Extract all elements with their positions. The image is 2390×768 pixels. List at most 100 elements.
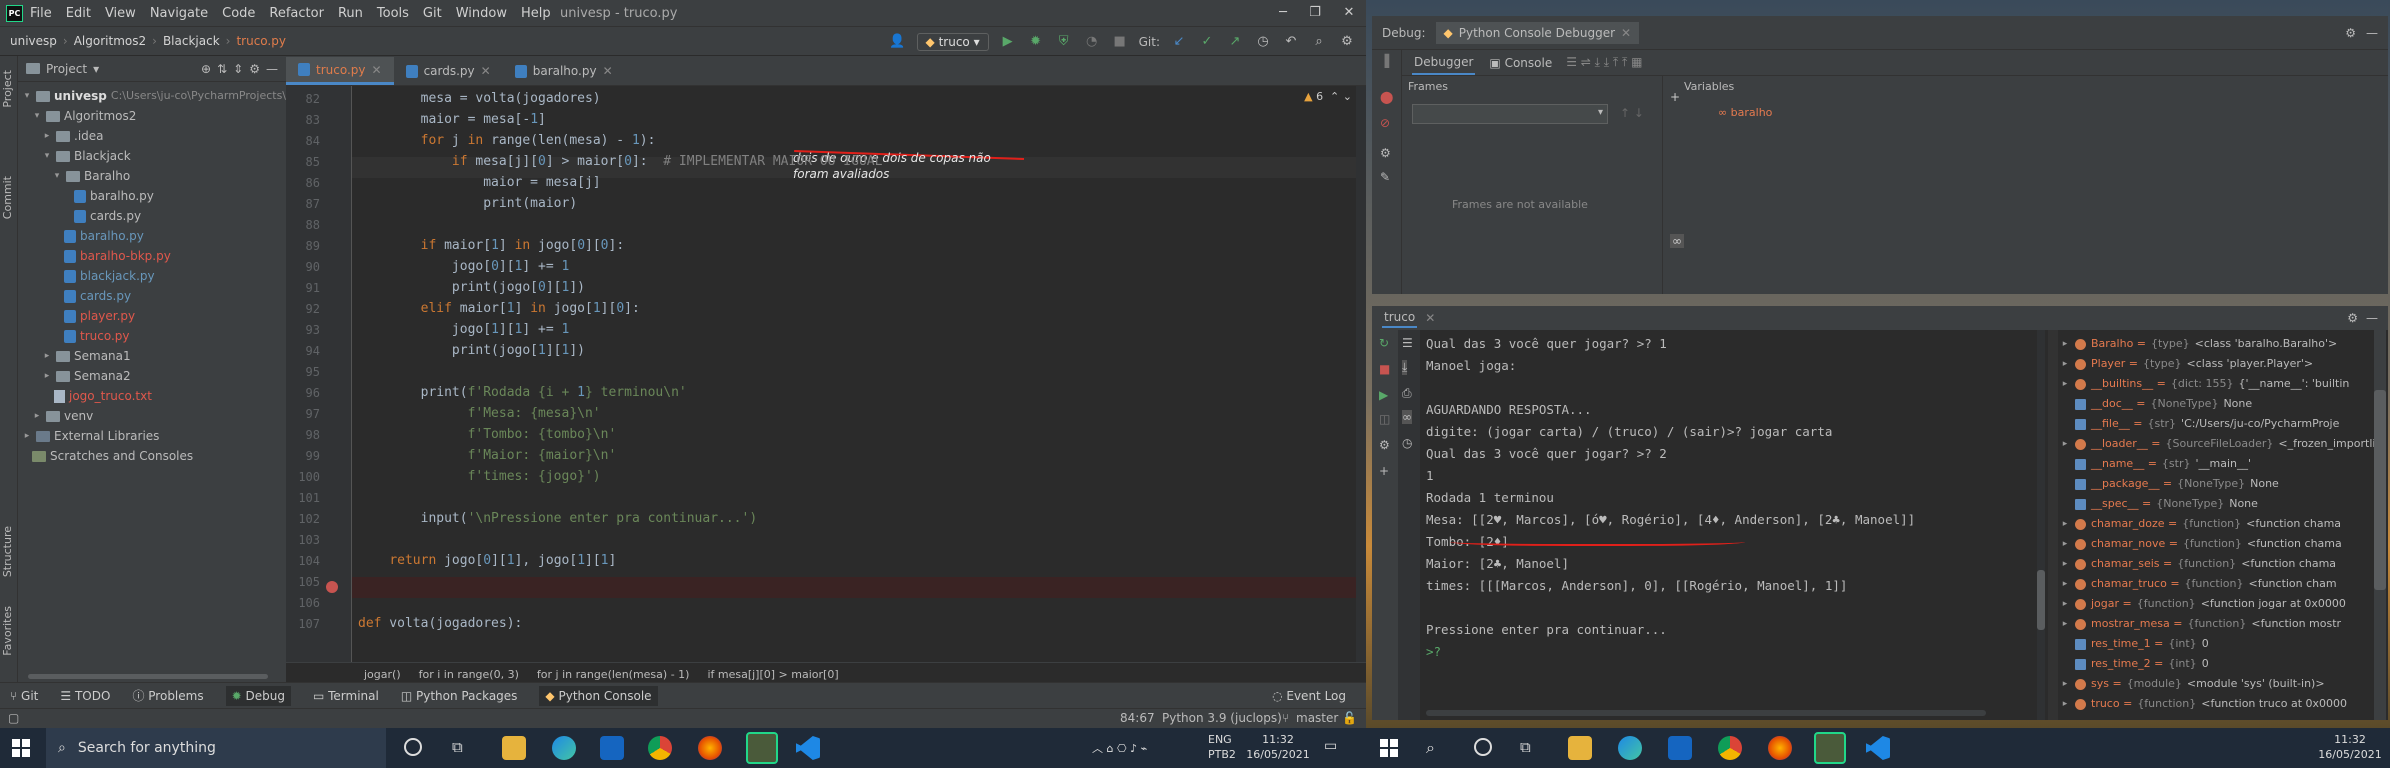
tree-item-univesp[interactable]: ▾ univesp C:\Users\ju-co\PycharmProjects\ xyxy=(22,86,286,106)
variable-row[interactable]: ▸ mostrar_mesa = {function} <function mostr xyxy=(2060,614,2341,634)
line-number[interactable]: 94 xyxy=(286,344,320,358)
mute-breakpoints-icon[interactable]: ⊘ xyxy=(1380,116,1390,130)
settings-icon[interactable]: ⚙ xyxy=(1379,438,1390,452)
close-tab-icon[interactable]: ✕ xyxy=(1425,311,1435,325)
line-number[interactable]: 85 xyxy=(286,155,320,169)
add-icon[interactable]: + xyxy=(1379,464,1389,478)
vscode-icon[interactable] xyxy=(796,736,820,760)
code-line[interactable]: print(maior) xyxy=(358,196,577,211)
tool-terminal[interactable]: ▭ Terminal xyxy=(313,689,379,703)
cursor-position[interactable]: 84:67 xyxy=(1120,711,1155,725)
soft-wrap-icon[interactable]: ☰ xyxy=(1402,336,1413,350)
rollback-icon[interactable]: ↶ xyxy=(1282,33,1300,51)
line-number[interactable]: 92 xyxy=(286,302,320,316)
variable-row[interactable]: ▸ chamar_doze = {function} <function chama xyxy=(2060,514,2341,534)
rerun-icon[interactable]: ↻ xyxy=(1379,336,1389,350)
line-number[interactable]: 99 xyxy=(286,449,320,463)
git-branch-label[interactable]: master xyxy=(1296,711,1338,725)
line-number[interactable]: 93 xyxy=(286,323,320,337)
windows-start-icon[interactable] xyxy=(12,739,30,757)
line-number[interactable]: 97 xyxy=(286,407,320,421)
variable-row[interactable]: __spec__ = {NoneType} None xyxy=(2060,494,2258,514)
git-update-icon[interactable]: ↙ xyxy=(1170,33,1188,51)
menu-tools[interactable]: Tools xyxy=(377,6,409,21)
glasses-icon[interactable]: ∞ xyxy=(1670,234,1684,248)
chrome-icon-2[interactable] xyxy=(1718,736,1742,760)
code-line[interactable]: print(jogo[0][1]) xyxy=(358,280,585,295)
coverage-icon[interactable]: ⛨ xyxy=(1055,33,1073,51)
menu-run[interactable]: Run xyxy=(338,6,363,21)
tree-item-idea[interactable]: ▸ .idea xyxy=(42,126,104,146)
tool-problems[interactable]: ⓘ Problems xyxy=(132,687,203,704)
git-commit-icon[interactable]: ✓ xyxy=(1198,33,1216,51)
gear-icon[interactable]: ⚙ xyxy=(2345,26,2356,40)
user-icon[interactable]: 👤 xyxy=(889,33,907,51)
console-subtab[interactable]: ▣ Console xyxy=(1489,56,1552,70)
variable-row[interactable]: ▸ chamar_nove = {function} <function chama xyxy=(2060,534,2342,554)
edge-icon[interactable] xyxy=(552,736,576,760)
project-label[interactable]: Project xyxy=(46,62,87,76)
show-variables-icon[interactable]: ∞ xyxy=(1402,410,1412,424)
variable-row[interactable]: ▸ chamar_truco = {function} <function cham xyxy=(2060,574,2337,594)
tree-item-baralho-py-inner[interactable]: baralho.py xyxy=(74,186,154,206)
line-number[interactable]: 106 xyxy=(286,596,320,610)
hide-panel-icon[interactable]: — xyxy=(2366,311,2378,325)
line-number[interactable]: 101 xyxy=(286,491,320,505)
line-number[interactable]: 103 xyxy=(286,533,320,547)
vscode-icon-2[interactable] xyxy=(1866,736,1890,760)
inspection-widget[interactable]: ▲ 6 ⌃ ⌄ xyxy=(1304,90,1352,103)
taskbar-search-box[interactable]: ⌕ Search for anything xyxy=(46,728,386,768)
tree-item-algoritmos2[interactable]: ▾ Algoritmos2 xyxy=(32,106,137,126)
code-line[interactable]: print(jogo[1][1]) xyxy=(358,343,585,358)
run-config-select[interactable]: ◆ truco ▾ xyxy=(916,33,989,51)
firefox-icon-2[interactable] xyxy=(1768,736,1792,760)
line-number[interactable]: 88 xyxy=(286,218,320,232)
line-number[interactable]: 90 xyxy=(286,260,320,274)
pycharm-taskbar-icon-2[interactable] xyxy=(1814,732,1846,764)
menu-edit[interactable]: Edit xyxy=(66,6,91,21)
tab-cards-py[interactable]: cards.py ✕ xyxy=(394,57,503,85)
variable-row[interactable]: __doc__ = {NoneType} None xyxy=(2060,394,2252,414)
clock-2[interactable]: 11:32 16/05/2021 xyxy=(2318,732,2382,762)
project-tool-tab[interactable]: Project xyxy=(1,70,14,108)
cortana-icon-2[interactable] xyxy=(1474,738,1492,756)
settings-icon[interactable]: ⚙ xyxy=(1338,33,1356,51)
tree-item-jogo-truco-txt[interactable]: jogo_truco.txt xyxy=(54,386,152,406)
variable-row[interactable]: ▸ sys = {module} <module 'sys' (built-in)> xyxy=(2060,674,2325,694)
code-crumb-for-j[interactable]: for j in range(len(mesa) - 1) xyxy=(537,668,690,681)
variable-row[interactable]: ▸ __builtins__ = {dict: 155} {'__name__': '… xyxy=(2060,374,2350,394)
code-line[interactable]: jogo[0][1] += 1 xyxy=(358,259,569,274)
code-line[interactable]: def volta(jogadores): xyxy=(358,616,522,631)
expand-arrow-icon[interactable]: ▸ xyxy=(2060,674,2070,694)
mail-icon[interactable] xyxy=(600,736,624,760)
tree-item-semana1[interactable]: ▸ Semana1 xyxy=(42,346,131,366)
breakpoint-icon[interactable] xyxy=(326,581,338,593)
windows-start-icon-2[interactable] xyxy=(1380,739,1398,757)
line-number[interactable]: 91 xyxy=(286,281,320,295)
run-icon[interactable]: ▶ xyxy=(999,33,1017,51)
tool-debug[interactable]: ✹ Debug xyxy=(225,685,291,706)
console-horizontal-scrollbar[interactable] xyxy=(1426,710,1986,716)
variable-row[interactable]: __name__ = {str} '__main__' xyxy=(2060,454,2251,474)
file-explorer-icon[interactable] xyxy=(502,736,526,760)
expand-arrow-icon[interactable]: ▸ xyxy=(2060,434,2070,454)
gear-icon[interactable]: ⚙ xyxy=(1380,146,1391,160)
task-view-icon-2[interactable]: ⧉ xyxy=(1520,738,1531,756)
git-push-icon[interactable]: ↗ xyxy=(1226,33,1244,51)
code-line[interactable]: return jogo[0][1], jogo[1][1] xyxy=(358,553,616,568)
tree-item-blackjack[interactable]: ▾ Blackjack xyxy=(42,146,131,166)
code-line[interactable]: f'Tombo: {tombo}\n' xyxy=(358,427,617,442)
code-line[interactable]: maior = mesa[-1] xyxy=(358,112,546,127)
variable-row[interactable]: res_time_1 = {int} 0 xyxy=(2060,634,2209,654)
editor-scrollbar[interactable] xyxy=(1356,86,1366,662)
tree-item-semana2[interactable]: ▸ Semana2 xyxy=(42,366,131,386)
code-line[interactable]: input('\nPressione enter pra continuar..… xyxy=(358,511,758,526)
rerun-icon[interactable]: ▐ xyxy=(1380,54,1389,68)
minimize-icon[interactable]: ─ xyxy=(1268,3,1298,23)
tree-item-venv[interactable]: ▸ venv xyxy=(32,406,93,426)
expand-arrow-icon[interactable]: ▸ xyxy=(2060,354,2070,374)
menu-code[interactable]: Code xyxy=(222,6,255,21)
variable-row[interactable]: ▸ Player = {type} <class 'player.Player'> xyxy=(2060,354,2313,374)
clock[interactable]: 11:32 16/05/2021 xyxy=(1246,732,1310,762)
line-number[interactable]: 82 xyxy=(286,92,320,106)
